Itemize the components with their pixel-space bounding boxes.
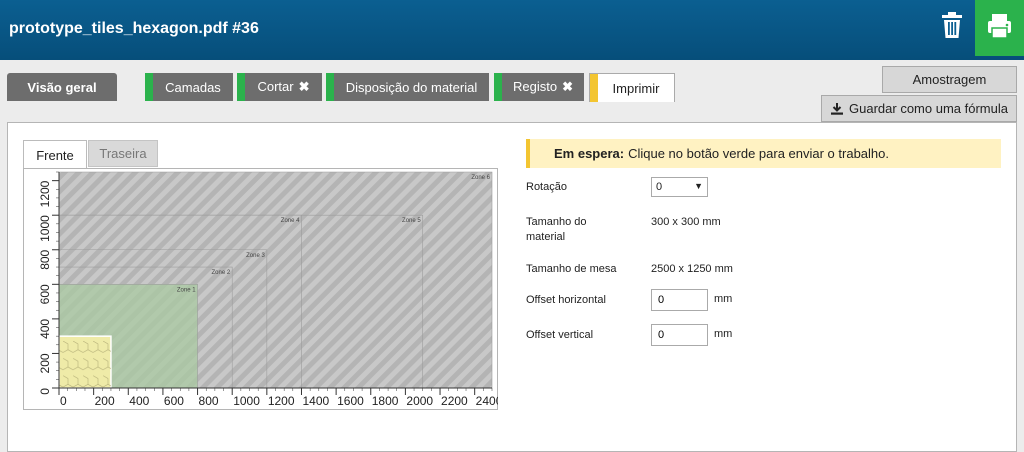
tab-label: Camadas — [165, 79, 221, 95]
x-tick-label: 1800 — [372, 394, 399, 408]
tab-front[interactable]: Frente — [23, 140, 87, 169]
sampling-button[interactable]: Amostragem — [882, 66, 1017, 93]
tab-overview[interactable]: Visão geral — [7, 73, 117, 101]
material-pattern — [59, 336, 111, 388]
tab-status-stripe — [145, 73, 153, 101]
offset-horizontal-label: Offset horizontal — [526, 294, 606, 306]
delete-button[interactable] — [930, 0, 974, 56]
x-tick-label: 2400 — [476, 394, 498, 408]
x-tick-label: 2200 — [441, 394, 468, 408]
y-tick-label: 1200 — [38, 180, 52, 207]
trash-icon — [942, 12, 962, 38]
offset-vertical-input[interactable] — [651, 324, 708, 346]
status-label: Em espera: — [554, 146, 625, 161]
download-icon — [831, 102, 844, 115]
x-tick-label: 2000 — [406, 394, 433, 408]
x-tick-label: 1200 — [268, 394, 295, 408]
app-header: prototype_tiles_hexagon.pdf #36 — [0, 0, 1024, 60]
offset-horizontal-input[interactable] — [651, 289, 708, 311]
remove-icon[interactable]: ✖ — [562, 79, 573, 94]
tab-overview-label: Visão geral — [27, 79, 97, 95]
printer-icon — [988, 14, 1011, 39]
zone-label: Zone 3 — [246, 253, 265, 259]
status-banner: Em espera: Clique no botão verde para en… — [526, 139, 1001, 168]
tab-label: Disposição do material — [345, 79, 478, 95]
tab-status-stripe — [326, 73, 334, 101]
tab-front-label: Frente — [36, 147, 74, 163]
offset-vertical-unit: mm — [714, 328, 733, 340]
layout-canvas: Zone 1 Zone 2 Zone 3 Zone 4 Zone 5 Zone 6 0 200… — [38, 171, 498, 408]
tab-layers[interactable]: Camadas — [145, 73, 233, 101]
tab-status-stripe — [237, 73, 245, 101]
offset-horizontal-unit: mm — [714, 293, 733, 305]
x-tick-label: 1000 — [233, 394, 260, 408]
offset-vertical-label: Offset vertical — [526, 329, 594, 341]
tab-label: Registo ✖ — [502, 79, 584, 95]
print-button[interactable] — [975, 0, 1024, 56]
rotation-select[interactable]: 0 ▼ — [651, 177, 708, 197]
tab-registration-label: Registo — [513, 79, 558, 94]
x-tick-label: 1600 — [337, 394, 364, 408]
save-as-formula-button[interactable]: Guardar como uma fórmula — [821, 95, 1017, 122]
x-tick-label: 800 — [199, 394, 219, 408]
zone-label: Zone 5 — [402, 218, 421, 224]
tab-label: Imprimir — [612, 80, 660, 96]
zone-label: Zone 4 — [281, 218, 300, 224]
tab-print[interactable]: Imprimir — [589, 73, 675, 102]
x-tick-label: 0 — [60, 394, 67, 408]
remove-icon[interactable]: ✖ — [299, 79, 310, 94]
tab-back[interactable]: Traseira — [88, 140, 158, 167]
status-message: Clique no botão verde para enviar o trab… — [628, 146, 889, 161]
x-tick-label: 600 — [164, 394, 184, 408]
y-tick-label: 200 — [38, 353, 52, 373]
zone-label: Zone 1 — [177, 287, 196, 293]
rotation-label: Rotação — [526, 181, 567, 193]
tab-status-stripe — [494, 73, 502, 101]
material-size-value: 300 x 300 mm — [651, 216, 721, 228]
sampling-label: Amostragem — [912, 72, 987, 87]
tab-registration[interactable]: Registo ✖ — [494, 73, 584, 101]
tab-label: Cortar ✖ — [245, 79, 322, 95]
x-tick-label: 200 — [95, 394, 115, 408]
y-tick-label: 1000 — [38, 215, 52, 242]
rotation-value: 0 — [656, 181, 663, 193]
material-size-label: Tamanho do material — [526, 216, 587, 243]
tab-back-label: Traseira — [99, 146, 147, 161]
y-tick-label: 0 — [38, 388, 52, 395]
document-title: prototype_tiles_hexagon.pdf #36 — [9, 20, 259, 37]
y-tick-label: 400 — [38, 319, 52, 339]
zone-label: Zone 6 — [471, 175, 490, 181]
x-tick-label: 1400 — [302, 394, 329, 408]
y-tick-label: 600 — [38, 284, 52, 304]
tab-cut[interactable]: Cortar ✖ — [237, 73, 322, 101]
x-tick-label: 400 — [129, 394, 149, 408]
tab-status-stripe — [590, 74, 598, 102]
table-size-value: 2500 x 1250 mm — [651, 263, 733, 275]
save-as-formula-label: Guardar como uma fórmula — [849, 101, 1008, 116]
chevron-down-icon: ▼ — [694, 181, 703, 191]
tab-cut-label: Cortar — [257, 79, 294, 94]
tab-material-layout[interactable]: Disposição do material — [326, 73, 489, 101]
table-size-label: Tamanho de mesa — [526, 263, 617, 275]
zone-label: Zone 2 — [212, 270, 231, 276]
y-tick-label: 800 — [38, 249, 52, 269]
